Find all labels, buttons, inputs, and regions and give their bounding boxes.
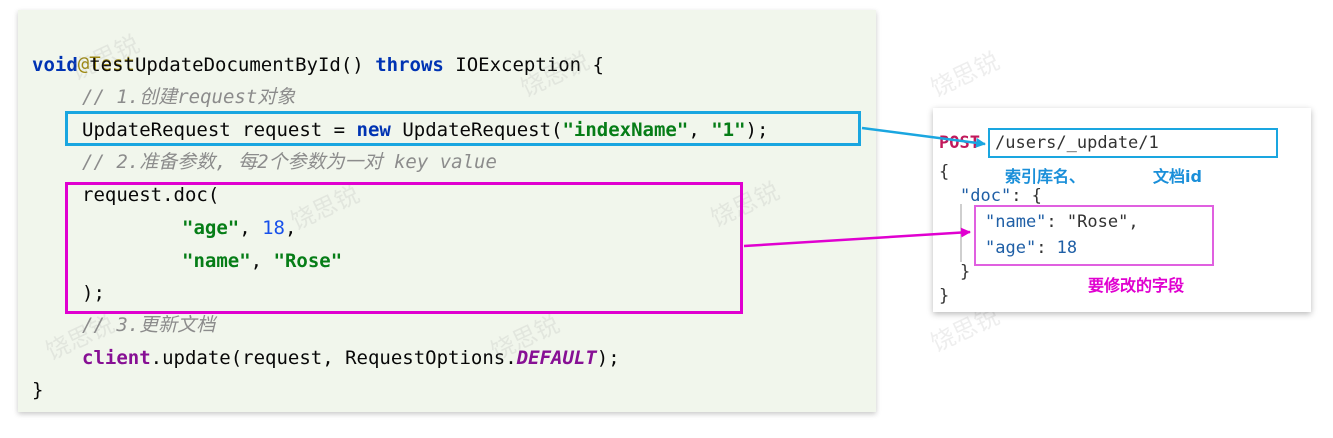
connector-arrows: [743, 126, 986, 248]
arrow-doc-to-fields: [743, 227, 971, 248]
arrow-request-to-url: [861, 126, 986, 148]
